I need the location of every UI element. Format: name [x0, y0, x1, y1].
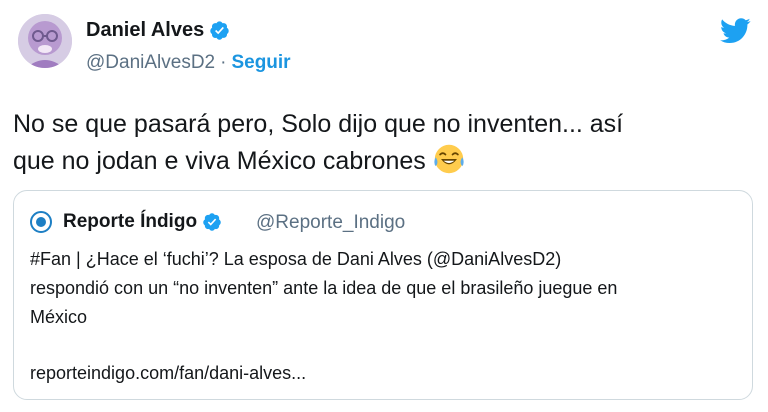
- quoted-author-handle[interactable]: @Reporte_Indigo: [256, 212, 405, 234]
- tweet-text: No se que pasará pero, Solo dijo que no …: [13, 106, 753, 180]
- verified-badge-icon: [210, 21, 229, 40]
- reporte-indigo-logo-icon: [30, 211, 52, 233]
- quoted-text-line: #Fan | ¿Hace el ‘fuchi’? La esposa de Da…: [30, 249, 562, 269]
- author-name[interactable]: Daniel Alves: [86, 19, 230, 42]
- tweet-text-line: que no jodan e viva México cabrones: [13, 147, 426, 175]
- quoted-tweet-card[interactable]: Reporte Índigo @Reporte_Indigo #Fan | ¿H…: [13, 190, 753, 400]
- verified-badge-icon: [203, 213, 221, 231]
- quoted-author-name[interactable]: Reporte Índigo: [63, 211, 222, 233]
- embedded-tweet: Daniel Alves @DaniAlvesD2 · Seguir No se…: [0, 0, 768, 412]
- quoted-link[interactable]: reporteindigo.com/fan/dani-alves...: [30, 363, 306, 384]
- follow-button[interactable]: Seguir: [231, 52, 290, 74]
- face-with-tears-of-joy-icon: [434, 144, 464, 174]
- author-avatar[interactable]: [18, 14, 72, 68]
- twitter-bird-icon[interactable]: [720, 18, 751, 44]
- quoted-text-line: México: [30, 307, 88, 327]
- tweet-text-line: No se que pasará pero, Solo dijo que no …: [13, 110, 624, 138]
- quoted-text-line: respondió con un “no inventen” ante la i…: [30, 278, 618, 298]
- quoted-tweet-text: #Fan | ¿Hace el ‘fuchi’? La esposa de Da…: [30, 245, 740, 332]
- author-handle-line: @DaniAlvesD2 · Seguir: [86, 52, 291, 74]
- separator-dot: ·: [220, 52, 227, 73]
- author-handle[interactable]: @DaniAlvesD2: [86, 52, 215, 74]
- profile-avatar-icon: [18, 14, 72, 68]
